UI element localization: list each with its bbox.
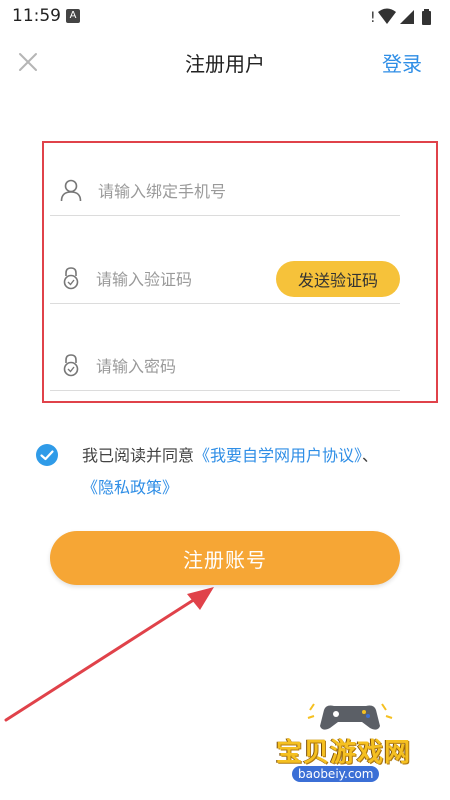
agreement-separator: 、 [362, 446, 379, 465]
send-code-button[interactable]: 发送验证码 [276, 261, 400, 297]
code-row: 发送验证码 [50, 253, 400, 304]
alert-icon: ! [370, 10, 376, 26]
watermark: 宝贝游戏网 baobeiy.com [270, 700, 430, 796]
lock-icon [63, 354, 79, 377]
register-screen: 11:59 A ! 注册用户 登录 请输入绑定手机号 请输入验证码 发送验证码 … [0, 0, 450, 800]
phone-input[interactable] [96, 175, 320, 207]
login-link[interactable]: 登录 [382, 48, 422, 77]
signal-icon [400, 10, 414, 24]
agreement-checkbox[interactable] [36, 444, 58, 466]
annotation-arrow [4, 587, 214, 722]
agreement-prefix: 我已阅读并同意 [82, 446, 195, 465]
agreement-text: 我已阅读并同意《我要自学网用户协议》、《隐私政策》 [82, 440, 382, 504]
watermark-url: baobeiy.com [292, 766, 380, 782]
wifi-icon [378, 8, 396, 24]
status-icons: ! [370, 8, 431, 26]
watermark-name: 宝贝游戏网 [276, 738, 412, 768]
status-time: 11:59 [12, 6, 61, 26]
svg-text:!: ! [370, 10, 376, 26]
register-button[interactable]: 注册账号 [50, 531, 400, 585]
status-bar: 11:59 A ! [0, 0, 450, 34]
phone-row [50, 165, 400, 216]
lock-icon [63, 267, 79, 290]
password-input[interactable] [94, 350, 318, 382]
password-row [50, 340, 400, 391]
user-agreement-link[interactable]: 《我要自学网用户协议》 [194, 446, 362, 465]
notification-badge: A [66, 9, 80, 23]
header: 注册用户 登录 [0, 36, 450, 88]
user-icon [60, 179, 82, 202]
battery-icon [422, 9, 431, 25]
gamepad-icon [307, 703, 393, 730]
privacy-policy-link[interactable]: 《隐私政策》 [82, 478, 178, 497]
check-icon [40, 450, 54, 461]
